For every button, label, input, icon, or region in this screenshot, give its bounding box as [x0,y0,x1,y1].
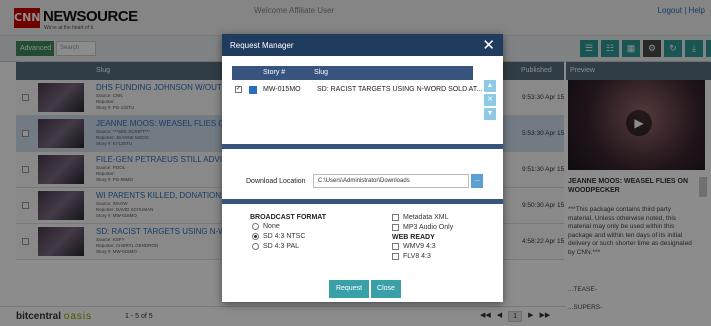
radio-button[interactable] [252,243,259,250]
checkbox[interactable] [392,253,399,260]
reorder-buttons: ▲ ✕ ▼ [484,80,496,120]
option-label: SD 4:3 PAL [263,243,300,250]
wmv9-option[interactable]: WMV9 4:3 [392,243,436,250]
option-label: WMV9 4:3 [403,243,436,250]
story-checkbox[interactable]: ✓ [235,86,242,93]
story-type-icon [249,86,257,94]
broadcast-option-none[interactable]: None [252,223,280,230]
option-label: SD 4:3 NTSC [263,233,306,240]
section-divider [222,144,503,149]
radio-button-selected[interactable] [252,233,259,240]
checkbox[interactable] [392,224,399,231]
broadcast-option-ntsc[interactable]: SD 4:3 NTSC [252,233,305,240]
dialog-header: Request Manager ✕ [222,34,503,56]
move-down-icon[interactable]: ▼ [484,108,496,120]
metadata-xml-option[interactable]: Metadata XML [392,214,449,221]
option-label: FLV8 4:3 [403,253,431,260]
download-location-input[interactable]: C:\Users\Administrator\Downloads [313,174,469,188]
option-label: Metadata XML [403,214,449,221]
move-up-icon[interactable]: ▲ [484,80,496,92]
download-location-label: Download Location [246,178,306,185]
option-label: None [263,223,280,230]
mp3-audio-option[interactable]: MP3 Audio Only [392,224,453,231]
checkbox[interactable] [392,243,399,250]
flv8-option[interactable]: FLV8 4:3 [392,253,431,260]
broadcast-option-pal[interactable]: SD 4:3 PAL [252,243,299,250]
table-row[interactable]: ✓ MW-015MO SD: RACIST TARGETS USING N-WO… [232,80,482,100]
close-button[interactable]: Close [371,280,401,298]
section-divider [222,199,503,204]
slug-column: Slug [314,69,329,76]
dialog-title: Request Manager [230,41,294,50]
option-label: MP3 Audio Only [403,224,454,231]
radio-button[interactable] [252,223,259,230]
browse-button[interactable]: ... [471,174,483,188]
close-icon[interactable]: ✕ [482,36,495,54]
request-story-table: Story # Slug ✓ MW-015MO SD: RACIST TARGE… [232,66,482,100]
checkbox[interactable] [392,214,399,221]
story-number-column: Story # [263,69,286,76]
story-number: MW-015MO [263,86,301,93]
broadcast-format-title: BROADCAST FORMAT [250,214,327,221]
story-table-header: Story # Slug [232,66,473,80]
request-manager-dialog: Request Manager ✕ Story # Slug ✓ MW-015M… [222,34,503,302]
request-button[interactable]: Request [329,280,369,298]
story-slug: SD: RACIST TARGETS USING N-WORD SOLD AT.… [317,86,483,93]
remove-icon[interactable]: ✕ [484,94,496,106]
web-ready-title: WEB READY [392,234,435,241]
